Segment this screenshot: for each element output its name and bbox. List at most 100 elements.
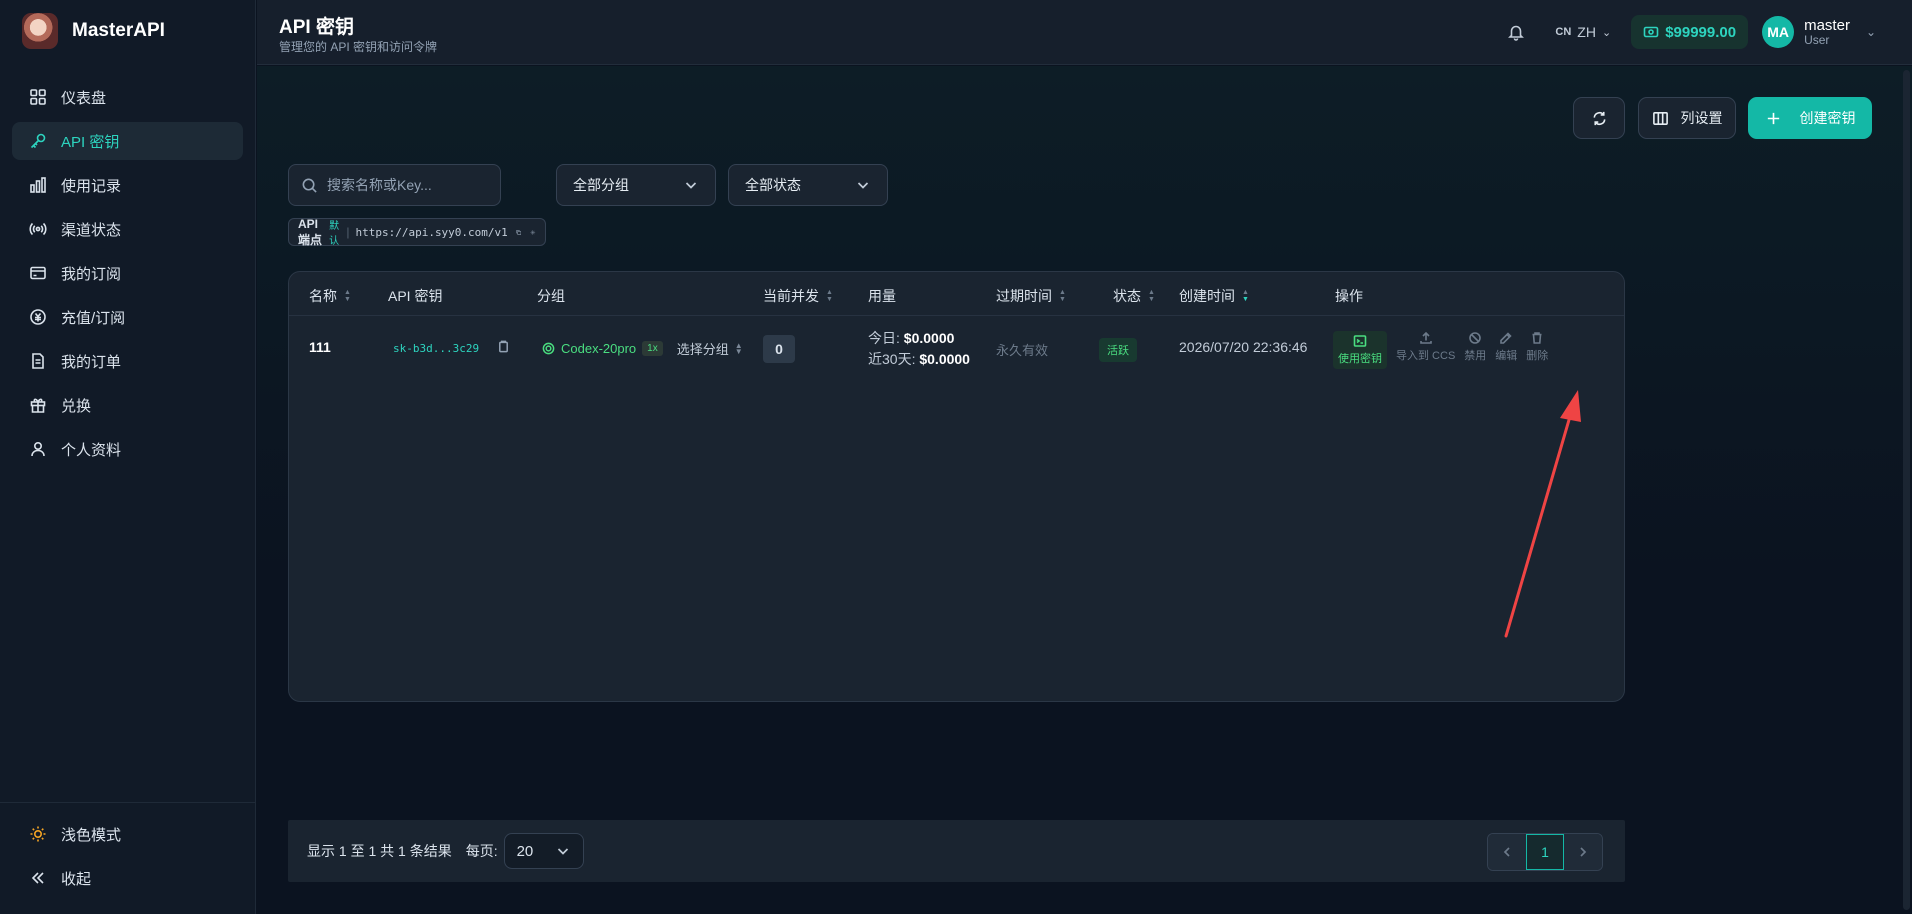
disable-button[interactable]: 禁用 [1464,331,1486,363]
bell-icon[interactable] [1507,23,1525,41]
edit-label: 编辑 [1495,350,1518,362]
table-row: 111 sk-b3d...3c29 Codex-20pro 1x 选择分组 ▲ ▼ [289,317,1624,381]
sort-icon: ▲ ▼ [826,289,833,303]
chevron-down-icon[interactable]: ⌄ [1866,25,1876,39]
search-field[interactable] [288,164,501,206]
edit-icon [1500,332,1512,344]
chevron-down-icon [557,848,568,855]
delete-button[interactable]: 删除 [1526,331,1548,363]
header-label: 状态 [1113,288,1141,304]
chevron-right-icon [1580,847,1587,857]
sort-icon: ▲ ▼ [1242,289,1249,303]
column-header-concurrency[interactable]: 当前并发 ▲ ▼ [763,286,833,306]
group-filter-value: 全部分组 [573,177,629,193]
sidebar-item-label: 我的订阅 [61,265,122,283]
column-header-status[interactable]: 状态 ▲ ▼ [1113,286,1155,306]
sidebar-item-dashboard[interactable]: 仪表盘 [12,78,243,116]
collapse-sidebar-button[interactable]: 收起 [12,859,243,897]
avatar[interactable]: MA [1762,16,1795,48]
sidebar-item-label: 使用记录 [61,177,122,195]
column-header-actions: 操作 [1335,286,1363,306]
sidebar-item-channel-status[interactable]: 渠道状态 [12,210,243,248]
column-settings-button[interactable]: 列设置 [1638,97,1736,139]
key-value-cell: sk-b3d...3c29 [393,340,510,356]
pagination-bar: 显示 1 至 1 共 1 条结果 每页: 20 1 [288,820,1625,882]
sidebar-item-orders[interactable]: 我的订单 [12,342,243,380]
group-pill: Codex-20pro 1x [542,341,663,356]
scrollbar[interactable] [1903,70,1910,910]
sidebar-item-api-keys[interactable]: API 密钥 [12,122,243,160]
search-input[interactable] [327,177,487,193]
header-actions: CN ZH ⌄ $99999.00 MA master User ⌄ [1507,12,1876,52]
group-name: Codex-20pro [561,341,637,356]
use-key-label: 使用密钥 [1338,353,1382,365]
copy-icon[interactable] [516,227,522,238]
theme-toggle[interactable]: 浅色模式 [12,815,243,853]
sidebar-item-subscriptions[interactable]: 我的订阅 [12,254,243,292]
edit-button[interactable]: 编辑 [1495,331,1517,363]
choose-group-button[interactable]: 选择分组 ▲ ▼ [677,339,743,358]
document-icon [29,352,47,370]
header-label: API 密钥 [388,288,443,304]
per-page-label: 每页: [465,843,498,859]
multiplier-badge: 1x [642,341,663,356]
expires-value: 永久有效 [996,343,1049,358]
key-icon [29,132,47,150]
brand[interactable]: MasterAPI [22,13,165,49]
language-switcher[interactable]: CN ZH ⌄ [1555,24,1611,40]
column-header-created[interactable]: 创建时间 ▲ ▼ [1179,286,1249,306]
clipboard-icon[interactable] [497,340,510,356]
next-page-button[interactable] [1564,834,1602,870]
sidebar-item-usage-records[interactable]: 使用记录 [12,166,243,204]
page-subtitle: 管理您的 API 密钥和访问令牌 [279,40,438,54]
sidebar-item-recharge[interactable]: 充值/订阅 [12,298,243,336]
create-key-button[interactable]: 创建密钥 [1748,97,1872,139]
choose-group-label: 选择分组 [676,342,729,357]
delete-label: 删除 [1526,350,1549,362]
concurrency-value: 0 [763,335,795,363]
openai-icon [542,342,555,355]
sidebar: MasterAPI 仪表盘 API 密钥 使用记录 渠道状态 我的订阅 充值/订… [0,0,256,914]
use-key-button[interactable]: 使用密钥 [1333,331,1387,369]
column-header-expires[interactable]: 过期时间 ▲ ▼ [996,286,1066,306]
status-filter-select[interactable]: 全部状态 [728,164,888,206]
sidebar-item-label: 我的订单 [61,353,122,371]
balance-badge[interactable]: $99999.00 [1631,15,1749,49]
column-settings-label: 列设置 [1680,110,1723,126]
prev-page-button[interactable] [1488,834,1526,870]
theme-toggle-label: 浅色模式 [61,826,122,844]
chevron-down-icon: ⌄ [1601,26,1612,39]
user-role: User [1804,32,1830,47]
group-filter-select[interactable]: 全部分组 [556,164,716,206]
search-icon [302,178,317,193]
sidebar-nav: 仪表盘 API 密钥 使用记录 渠道状态 我的订阅 充值/订阅 我的订单 兑换 … [12,78,243,474]
column-header-key: API 密钥 [388,286,442,306]
language-label: ZH [1577,24,1596,40]
sparkle-icon[interactable] [530,227,536,238]
page-button-current[interactable]: 1 [1526,834,1564,870]
usage-cell: 今日: $0.0000 近30天: $0.0000 [868,328,970,370]
user-menu[interactable]: master User [1804,18,1850,46]
disable-label: 禁用 [1464,350,1487,362]
sidebar-item-label: API 密钥 [61,133,120,151]
column-header-name[interactable]: 名称 ▲ ▼ [309,286,351,306]
import-ccs-button[interactable]: 导入到 CCS [1396,331,1455,363]
chevron-down-icon [685,182,697,189]
header-label: 操作 [1335,288,1363,304]
per-page-select[interactable]: 20 [503,833,584,869]
sidebar-item-redeem[interactable]: 兑换 [12,386,243,424]
header-label: 当前并发 [763,288,819,304]
gift-icon [29,396,47,414]
card-icon [29,264,47,282]
dashboard-icon [29,88,47,106]
refresh-button[interactable] [1573,97,1625,139]
bar-chart-icon [29,176,47,194]
sidebar-item-profile[interactable]: 个人资料 [12,430,243,468]
concurrency-cell: 0 [763,335,795,363]
plus-icon [1767,112,1779,124]
import-ccs-label: 导入到 CCS [1396,350,1456,362]
table-header: 名称 ▲▼ API 密钥 分组 当前并发 ▲▼ 用量 过期时间 ▲▼ 状态 [289,272,1624,316]
status-cell: 活跃 [1099,338,1137,362]
double-chevron-left-icon [29,869,47,887]
broadcast-icon [29,220,47,238]
